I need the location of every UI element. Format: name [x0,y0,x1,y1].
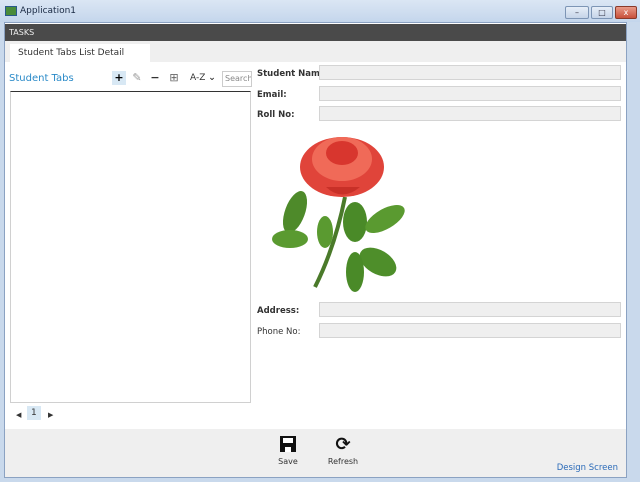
app-icon [5,6,17,16]
tasks-bar: TASKS [5,24,626,41]
refresh-icon: ⟳ [335,434,351,455]
list-title: Student Tabs [9,73,74,84]
title-bar: Application1 – □ x [0,0,640,22]
roll-no-label: Roll No: [257,110,295,120]
email-input[interactable] [319,86,621,101]
add-icon[interactable]: + [112,71,126,85]
roll-no-input[interactable] [319,106,621,121]
email-label: Email: [257,90,287,100]
footer-toolbar: Save ⟳ Refresh Design Screen [5,429,626,477]
student-name-input[interactable] [319,65,621,80]
delete-minus-icon[interactable]: − [148,71,162,85]
tab-student-tabs-list-detail[interactable]: Student Tabs List Detail [10,44,150,62]
save-label: Save [278,457,298,466]
page-number[interactable]: 1 [27,406,41,420]
phone-input[interactable] [319,323,621,338]
refresh-label: Refresh [327,457,359,466]
search-input[interactable]: Search [222,71,252,87]
save-floppy-icon [268,435,308,457]
design-screen-link[interactable]: Design Screen [557,463,618,473]
close-button[interactable]: x [615,6,637,19]
sort-dropdown[interactable]: A-Z ⌄ [190,73,216,83]
app-frame: TASKS Student Tabs List Detail Student T… [4,22,627,478]
window-title: Application1 [20,6,77,16]
edit-pencil-icon[interactable]: ✎ [130,71,144,85]
next-page-icon[interactable]: ▶ [48,411,53,419]
sort-label: A-Z [190,73,206,83]
rose-image [272,137,405,292]
export-icon[interactable]: ⊞ [167,71,181,85]
phone-label: Phone No: [257,327,301,337]
chevron-down-icon: ⌄ [208,73,216,83]
student-list[interactable] [10,91,251,403]
save-button[interactable]: Save [268,435,308,466]
address-label: Address: [257,306,300,316]
minimize-button[interactable]: – [565,6,589,19]
maximize-button[interactable]: □ [591,6,613,19]
prev-page-icon[interactable]: ◀ [16,411,21,419]
address-input[interactable] [319,302,621,317]
refresh-button[interactable]: ⟳ Refresh [323,434,363,467]
tab-strip: Student Tabs List Detail [5,41,626,62]
